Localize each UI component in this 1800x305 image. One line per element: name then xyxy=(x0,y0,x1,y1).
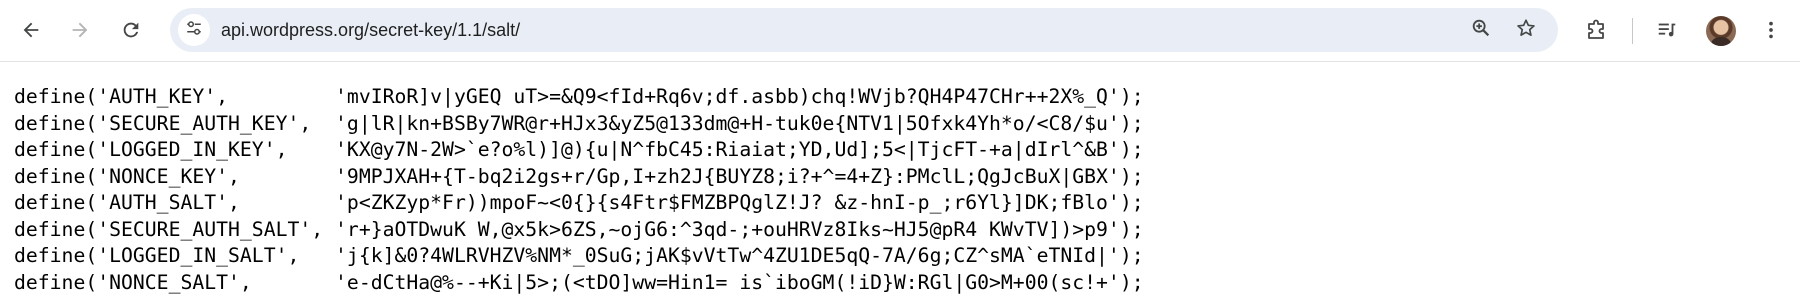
page-content: define('AUTH_KEY', 'mvIRoR]v|yGEQ uT>=&Q… xyxy=(14,84,1144,296)
playlist-icon xyxy=(1656,19,1678,41)
site-info-button[interactable] xyxy=(178,14,210,46)
salt-line: define('LOGGED_IN_SALT', 'j{k]&0?4WLRVHZ… xyxy=(14,244,1144,267)
url-text[interactable]: api.wordpress.org/secret-key/1.1/salt/ xyxy=(221,8,520,52)
media-controls-button[interactable] xyxy=(1648,11,1686,49)
reload-button[interactable] xyxy=(112,11,150,49)
browser-toolbar: api.wordpress.org/secret-key/1.1/salt/ xyxy=(0,0,1800,62)
salt-line: define('SECURE_AUTH_KEY', 'g|lR|kn+BSBy7… xyxy=(14,111,1144,135)
arrow-right-icon xyxy=(69,19,91,41)
zoom-in-icon xyxy=(1470,17,1492,44)
salt-line: define('AUTH_KEY', 'mvIRoR]v|yGEQ uT>=&Q… xyxy=(14,85,1144,108)
salt-line: define('LOGGED_IN_KEY', 'KX@y7N-2W>`e?o%… xyxy=(14,138,1144,161)
arrow-left-icon xyxy=(20,19,42,41)
tune-icon xyxy=(185,19,203,42)
bookmark-button[interactable] xyxy=(1510,14,1542,46)
back-button[interactable] xyxy=(12,11,50,49)
kebab-menu-icon xyxy=(1760,19,1782,41)
salt-line: define('NONCE_KEY', '9MPJXAH+{T-bq2i2gs+… xyxy=(14,164,1144,188)
star-icon xyxy=(1515,17,1537,44)
salt-line: define('SECURE_AUTH_SALT', 'r+}aOTDwuK W… xyxy=(14,217,1144,241)
chrome-menu-button[interactable] xyxy=(1752,11,1790,49)
reload-icon xyxy=(120,19,142,41)
forward-button[interactable] xyxy=(61,11,99,49)
puzzle-icon xyxy=(1585,18,1609,42)
address-bar[interactable]: api.wordpress.org/secret-key/1.1/salt/ xyxy=(170,8,1558,52)
salt-line: define('NONCE_SALT', 'e-dCtHa@%--+Ki|5>;… xyxy=(14,270,1144,294)
toolbar-divider xyxy=(1632,18,1633,44)
profile-avatar[interactable] xyxy=(1706,16,1736,46)
zoom-button[interactable] xyxy=(1465,14,1497,46)
salt-line: define('AUTH_SALT', 'p<ZKZyp*Fr))mpoF~<0… xyxy=(14,191,1144,214)
extensions-button[interactable] xyxy=(1578,11,1616,49)
